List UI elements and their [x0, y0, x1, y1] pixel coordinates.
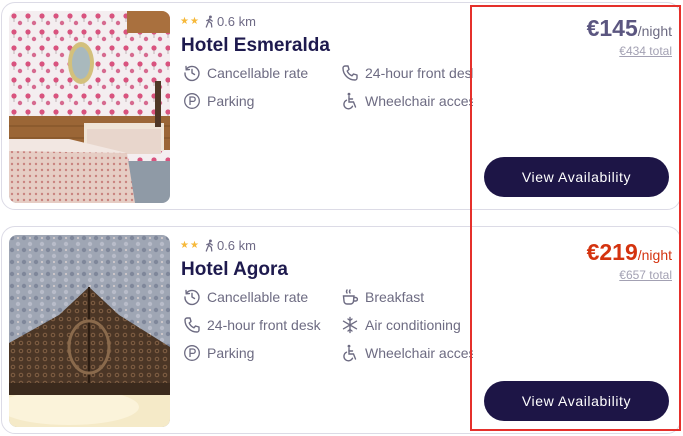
amenity-label: Cancellable rate — [207, 65, 309, 81]
nightly-price: €219/night — [587, 239, 672, 266]
amenity-air-conditioning: Air conditioning — [341, 315, 473, 335]
amenity-label: Breakfast — [365, 289, 425, 305]
wheelchair-icon — [343, 344, 357, 362]
view-availability-button[interactable]: View Availability — [484, 381, 669, 421]
nightly-price: €145/night — [587, 15, 672, 42]
amenity-label: Wheelchair accessible — [365, 93, 473, 109]
snowflake-icon — [342, 316, 358, 334]
hotel-name[interactable]: Hotel Esmeralda — [181, 35, 330, 57]
amenity-parking: Parking — [183, 343, 343, 363]
distance-text: 0.6 km — [216, 13, 256, 29]
star-icon: ★★ — [180, 15, 200, 27]
price-amount: €145 — [586, 15, 638, 41]
amenity-parking: Parking — [183, 91, 343, 111]
phone-icon — [184, 317, 200, 333]
total-price-link[interactable]: €657 total — [619, 268, 672, 282]
star-icon: ★★ — [180, 239, 200, 251]
rating-distance: ★★ 0.6 km — [180, 12, 256, 30]
amenity-front-desk: 24-hour front desk — [341, 63, 473, 83]
amenity-breakfast: Breakfast — [341, 287, 473, 307]
amenity-label: Cancellable rate — [207, 289, 309, 305]
total-price-link[interactable]: €434 total — [619, 44, 672, 58]
walking-person-icon — [205, 238, 213, 252]
walking-person-icon — [205, 14, 213, 28]
amenity-label: 24-hour front desk — [365, 65, 473, 81]
parking-icon — [184, 93, 200, 109]
hotel-name[interactable]: Hotel Agora — [181, 259, 288, 281]
amenity-wheelchair: Wheelchair accessible — [341, 91, 473, 111]
clock-rotate-icon — [184, 289, 200, 306]
amenity-front-desk: 24-hour front desk — [183, 315, 343, 335]
wheelchair-icon — [343, 92, 357, 110]
amenity-cancellable: Cancellable rate — [183, 287, 343, 307]
amenity-label: Wheelchair accessible — [365, 345, 473, 361]
parking-icon — [184, 345, 200, 361]
amenity-cancellable: Cancellable rate — [183, 63, 343, 83]
price-unit: /night — [637, 23, 672, 39]
amenity-label: Parking — [207, 345, 255, 361]
amenity-wheelchair: Wheelchair accessible — [341, 343, 473, 363]
price-unit: /night — [637, 247, 672, 263]
hotel-card[interactable]: ★★ 0.6 km Hotel Agora Cancellable rate B… — [1, 226, 681, 434]
amenity-label: Air conditioning — [365, 317, 461, 333]
rating-distance: ★★ 0.6 km — [180, 236, 256, 254]
hotel-photo[interactable] — [9, 11, 170, 203]
price-amount: €219 — [586, 239, 638, 265]
view-availability-button[interactable]: View Availability — [484, 157, 669, 197]
hotel-card[interactable]: ★★ 0.6 km Hotel Esmeralda Cancellable ra… — [1, 2, 681, 210]
hotel-photo[interactable] — [9, 235, 170, 427]
amenity-label: Parking — [207, 93, 255, 109]
coffee-cup-icon — [342, 289, 359, 305]
clock-rotate-icon — [184, 65, 200, 82]
amenity-label: 24-hour front desk — [207, 317, 321, 333]
distance-text: 0.6 km — [216, 237, 256, 253]
phone-icon — [342, 65, 358, 81]
